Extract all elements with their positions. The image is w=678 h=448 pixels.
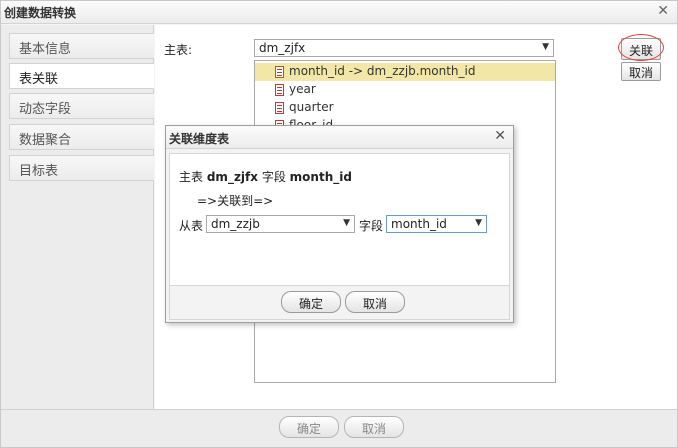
main-table-value: dm_zjfx <box>259 41 306 55</box>
from-table-label: 从表 <box>179 219 204 233</box>
from-table-select[interactable]: dm_zzjb ▼ <box>206 215 355 233</box>
main-table-label: 主表: <box>164 43 193 57</box>
sidebar: 基本信息 表关联 动态字段 数据聚合 目标表 <box>1 25 154 409</box>
main-table-select[interactable]: dm_zjfx ▼ <box>254 39 554 57</box>
dialog-cancel-button[interactable]: 取消 <box>345 291 405 313</box>
data-transform-window: 创建数据转换 ✕ 基本信息 表关联 动态字段 数据聚合 目标表 主表: dm_z… <box>0 0 678 448</box>
linked-field-icon <box>275 66 284 78</box>
dialog-titlebar: 关联维度表 ✕ <box>166 126 513 149</box>
highlight-annotation <box>618 34 664 61</box>
field-label: year <box>289 82 316 96</box>
field-label: month_id -> dm_zzjb.month_id <box>289 64 476 78</box>
field-word: 字段 <box>261 170 286 184</box>
list-item[interactable]: month_id -> dm_zzjb.month_id <box>255 63 555 81</box>
chevron-down-icon: ▼ <box>542 42 549 52</box>
field-value: month_id <box>391 217 447 231</box>
field-label: 字段 <box>359 219 384 233</box>
field-label: quarter <box>289 100 334 114</box>
window-titlebar: 创建数据转换 ✕ <box>1 1 677 24</box>
link-dimension-dialog: 关联维度表 ✕ 主表 dm_zjfx 字段 month_id =>关联到=> 从… <box>165 125 514 323</box>
main-prefix: 主表 <box>179 170 204 184</box>
chevron-down-icon: ▼ <box>475 218 482 228</box>
footer-confirm-button[interactable]: 确定 <box>279 416 339 438</box>
window-footer: 确定 取消 <box>1 409 677 447</box>
dialog-body: 主表 dm_zjfx 字段 month_id =>关联到=> 从表 dm_zzj… <box>169 153 510 286</box>
field-icon <box>275 102 284 114</box>
field-icon <box>275 84 284 96</box>
window-title: 创建数据转换 <box>4 6 77 20</box>
list-item[interactable]: quarter <box>255 99 555 117</box>
list-item[interactable]: year <box>255 81 555 99</box>
dialog-title: 关联维度表 <box>169 132 230 146</box>
main-field-summary: 主表 dm_zjfx 字段 month_id <box>179 168 352 185</box>
dialog-confirm-button[interactable]: 确定 <box>281 291 341 313</box>
dialog-main-field: month_id <box>289 170 352 184</box>
chevron-down-icon: ▼ <box>343 218 350 228</box>
tab-dynamic-fields[interactable]: 动态字段 <box>9 93 154 119</box>
close-icon[interactable]: ✕ <box>494 128 506 144</box>
from-table-value: dm_zzjb <box>211 217 260 231</box>
footer-cancel-button[interactable]: 取消 <box>344 416 404 438</box>
close-icon[interactable]: ✕ <box>657 3 669 19</box>
cancel-button[interactable]: 取消 <box>621 62 661 81</box>
tab-table-link[interactable]: 表关联 <box>9 63 154 89</box>
tab-basic-info[interactable]: 基本信息 <box>9 33 154 59</box>
tab-target-table[interactable]: 目标表 <box>9 155 154 181</box>
dialog-main-table: dm_zjfx <box>206 170 258 184</box>
dialog-footer: 确定 取消 <box>169 286 510 320</box>
link-to-text: =>关联到=> <box>197 194 274 208</box>
field-select[interactable]: month_id ▼ <box>386 215 487 233</box>
tab-data-aggregation[interactable]: 数据聚合 <box>9 124 154 150</box>
